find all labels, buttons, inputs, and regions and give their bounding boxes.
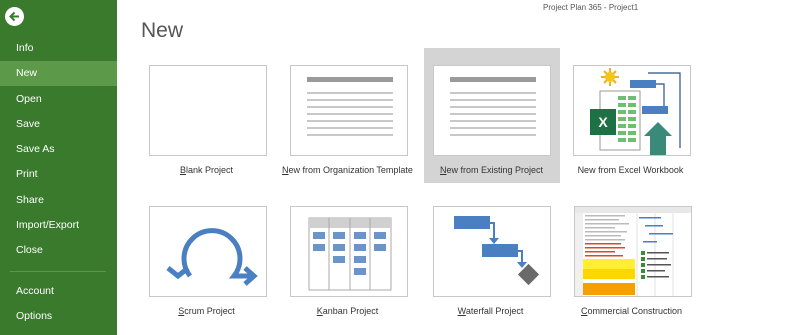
menu-item-save[interactable]: Save [0,112,117,137]
menu-item-print[interactable]: Print [0,162,117,187]
back-arrow-icon[interactable] [5,7,24,26]
template-waterfall-project[interactable]: Waterfall Project [427,199,554,325]
app-title: Project Plan 365 - Project1 [543,3,639,12]
existing-project-icon [433,65,551,156]
menu-item-close[interactable]: Close [0,238,117,263]
blank-document-icon [149,65,267,156]
page-title: New [141,19,184,42]
template-label: Commercial Construction [580,306,683,316]
scrum-loop-icon [149,206,267,297]
menu-item-info[interactable]: Info [0,36,117,61]
template-new-from-organization-template[interactable]: New from Organization Template [282,58,413,183]
menu-item-import-export[interactable]: Import/Export [0,213,117,238]
menu-item-options[interactable]: Options [0,304,117,329]
svg-text:X: X [598,114,608,130]
menu-item-share[interactable]: Share [0,188,117,213]
template-commercial-construction[interactable]: Commercial Construction [568,199,695,325]
template-scrum-project[interactable]: Scrum Project [143,199,270,325]
menu-item-new[interactable]: New [0,61,117,86]
template-label: New from Organization Template [282,165,413,175]
organization-template-icon [290,65,408,156]
menu-item-open[interactable]: Open [0,87,117,112]
kanban-board-icon [290,206,408,297]
backstage-sidebar: Info New Open Save Save As Print Share I… [0,0,117,335]
menu-item-account[interactable]: Account [0,279,117,304]
template-blank-project[interactable]: Blank Project [143,58,270,183]
template-label: Scrum Project [178,306,235,316]
gantt-preview-icon [574,206,692,297]
template-label: New from Existing Project [439,165,544,175]
template-new-from-excel-workbook[interactable]: X New from Excel Workbook [567,58,694,183]
template-new-from-existing-project[interactable]: New from Existing Project [424,48,560,183]
template-kanban-project[interactable]: Kanban Project [284,199,411,325]
menu-item-save-as[interactable]: Save As [0,137,117,162]
template-label: New from Excel Workbook [577,165,684,175]
waterfall-diagram-icon [433,206,551,297]
template-label: Waterfall Project [457,306,524,316]
sidebar-divider [10,271,106,272]
template-label: Kanban Project [316,306,379,316]
template-label: Blank Project [179,165,234,175]
excel-workbook-icon: X [573,65,691,156]
